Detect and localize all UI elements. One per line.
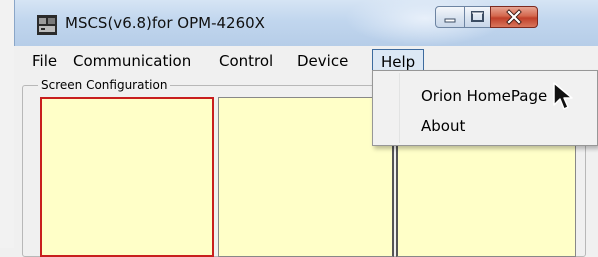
screen-panel-1[interactable] <box>40 97 214 257</box>
background-strip <box>0 0 14 248</box>
title-bar[interactable]: MSCS(v6.8)for OPM-4260X <box>14 0 598 46</box>
menu-help[interactable]: Help <box>372 49 424 71</box>
menu-device[interactable]: Device <box>297 52 348 70</box>
minimize-button[interactable] <box>435 6 465 28</box>
close-button[interactable] <box>490 6 538 28</box>
maximize-icon <box>471 11 484 22</box>
menu-control[interactable]: Control <box>219 52 273 70</box>
menu-file[interactable]: File <box>32 52 57 70</box>
window-title: MSCS(v6.8)for OPM-4260X <box>65 14 265 32</box>
menu-communication[interactable]: Communication <box>73 52 191 70</box>
screen-panel-2[interactable] <box>218 97 394 257</box>
mouse-cursor-icon <box>553 82 573 110</box>
menu-gutter <box>399 73 400 143</box>
menu-help-label: Help <box>381 53 416 71</box>
close-icon <box>506 9 522 25</box>
menu-item-orion-homepage[interactable]: Orion HomePage <box>421 87 547 105</box>
maximize-button[interactable] <box>464 6 491 28</box>
screen-configuration-label: Screen Configuration <box>38 78 171 92</box>
menu-item-about[interactable]: About <box>421 117 465 135</box>
minimize-icon <box>444 18 456 23</box>
app-icon <box>37 15 57 35</box>
